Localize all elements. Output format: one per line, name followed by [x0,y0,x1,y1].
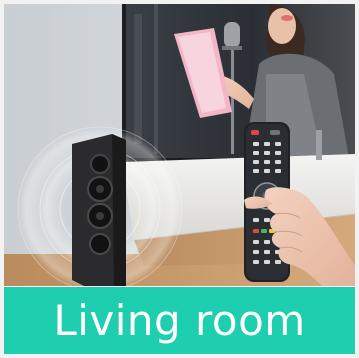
product-image: Living room [4,4,355,354]
living-room-photo [4,4,355,286]
caption-banner: Living room [4,287,355,354]
floor-speaker-tower [72,134,126,286]
caption-text: Living room [53,296,306,345]
